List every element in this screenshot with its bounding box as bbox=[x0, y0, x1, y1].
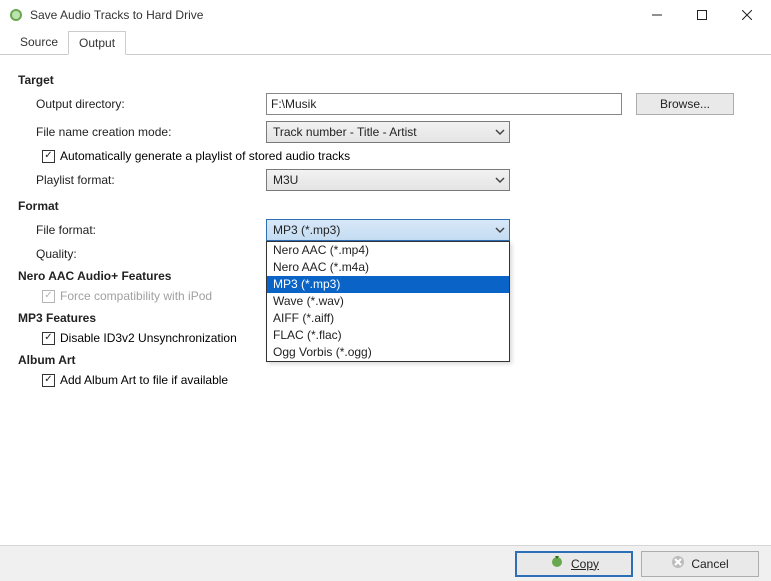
file-format-option[interactable]: Nero AAC (*.mp4) bbox=[267, 242, 509, 259]
file-name-mode-select[interactable]: Track number - Title - Artist bbox=[266, 121, 510, 143]
playlist-format-value: M3U bbox=[273, 173, 298, 187]
tab-source[interactable]: Source bbox=[10, 31, 68, 55]
chevron-down-icon bbox=[495, 174, 505, 188]
ipod-compat-label: Force compatibility with iPod bbox=[60, 289, 212, 303]
copy-button[interactable]: Copy bbox=[515, 551, 633, 577]
chevron-down-icon bbox=[495, 126, 505, 140]
maximize-button[interactable] bbox=[679, 1, 724, 29]
file-name-mode-value: Track number - Title - Artist bbox=[273, 125, 417, 139]
tabstrip: Source Output bbox=[0, 30, 771, 55]
album-art-checkbox[interactable]: ✓ bbox=[42, 374, 55, 387]
window-title: Save Audio Tracks to Hard Drive bbox=[30, 8, 634, 22]
cancel-label: Cancel bbox=[691, 557, 728, 571]
file-format-option[interactable]: Wave (*.wav) bbox=[267, 293, 509, 310]
copy-icon bbox=[549, 554, 565, 573]
minimize-button[interactable] bbox=[634, 1, 679, 29]
file-format-option[interactable]: Nero AAC (*.m4a) bbox=[267, 259, 509, 276]
copy-label: Copy bbox=[571, 557, 599, 571]
titlebar: Save Audio Tracks to Hard Drive bbox=[0, 0, 771, 30]
tab-panel-output: Target Output directory: Browse... File … bbox=[0, 55, 771, 539]
file-format-option[interactable]: AIFF (*.aiff) bbox=[267, 310, 509, 327]
browse-button[interactable]: Browse... bbox=[636, 93, 734, 115]
ipod-compat-checkbox: ✓ bbox=[42, 290, 55, 303]
file-format-select[interactable]: MP3 (*.mp3) bbox=[266, 219, 510, 241]
tab-output[interactable]: Output bbox=[68, 31, 126, 55]
app-icon bbox=[8, 7, 24, 23]
auto-playlist-label: Automatically generate a playlist of sto… bbox=[60, 149, 350, 163]
output-directory-label: Output directory: bbox=[36, 97, 266, 111]
close-button[interactable] bbox=[724, 1, 769, 29]
chevron-down-icon bbox=[495, 224, 505, 238]
playlist-format-select[interactable]: M3U bbox=[266, 169, 510, 191]
file-format-option[interactable]: MP3 (*.mp3) bbox=[267, 276, 509, 293]
output-directory-input[interactable] bbox=[266, 93, 622, 115]
section-format: Format bbox=[18, 199, 753, 213]
file-name-mode-label: File name creation mode: bbox=[36, 125, 266, 139]
playlist-format-label: Playlist format: bbox=[36, 173, 266, 187]
auto-playlist-checkbox[interactable]: ✓ bbox=[42, 150, 55, 163]
album-art-label: Add Album Art to file if available bbox=[60, 373, 228, 387]
cancel-icon bbox=[671, 555, 685, 572]
file-format-dropdown: Nero AAC (*.mp4)Nero AAC (*.m4a)MP3 (*.m… bbox=[266, 241, 510, 362]
quality-label: Quality: bbox=[36, 247, 266, 261]
file-format-label: File format: bbox=[36, 223, 266, 237]
footer: Copy Cancel bbox=[0, 545, 771, 581]
id3-unsync-checkbox[interactable]: ✓ bbox=[42, 332, 55, 345]
id3-unsync-label: Disable ID3v2 Unsynchronization bbox=[60, 331, 237, 345]
file-format-option[interactable]: FLAC (*.flac) bbox=[267, 327, 509, 344]
file-format-option[interactable]: Ogg Vorbis (*.ogg) bbox=[267, 344, 509, 361]
file-format-value: MP3 (*.mp3) bbox=[273, 223, 340, 237]
section-target: Target bbox=[18, 73, 753, 87]
cancel-button[interactable]: Cancel bbox=[641, 551, 759, 577]
